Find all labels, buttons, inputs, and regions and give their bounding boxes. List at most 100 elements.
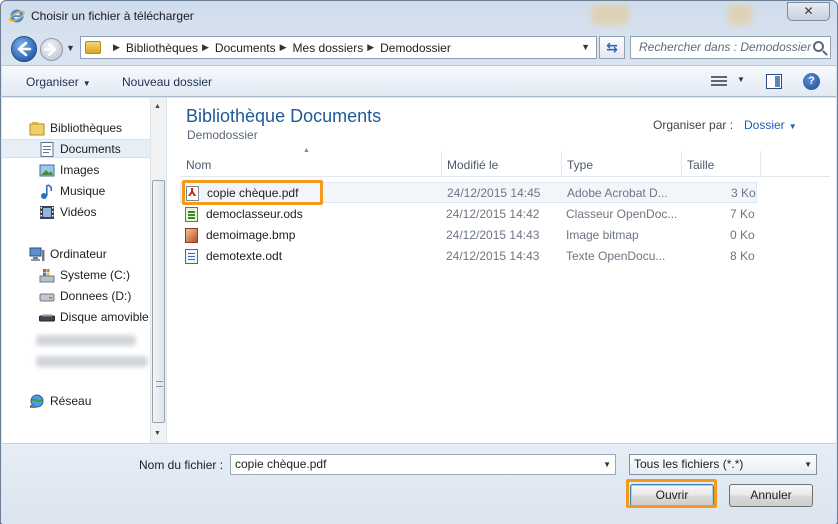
nav-item-music[interactable]: Musique <box>2 182 150 201</box>
column-header-row: ▲ Nom Modifié le Type Taille <box>180 147 830 177</box>
column-divider[interactable] <box>760 151 761 177</box>
arrange-by-dropdown[interactable]: Dossier ▼ <box>744 118 797 132</box>
change-view-button[interactable] <box>711 75 727 88</box>
back-button[interactable] <box>11 36 37 62</box>
chevron-right-icon[interactable]: ▶ <box>113 42 120 53</box>
file-modified: 24/12/2015 14:43 <box>446 228 540 242</box>
nav-item-documents[interactable]: Documents <box>2 139 150 158</box>
nav-label: Bibliothèques <box>50 121 123 135</box>
close-button[interactable]: ✕ <box>787 2 830 21</box>
dialog-footer: Nom du fichier : copie chèque.pdf ▼ Tous… <box>2 443 836 524</box>
column-header-modified[interactable]: Modifié le <box>447 158 498 172</box>
file-size: 7 Ko <box>730 207 755 221</box>
file-name: demotexte.odt <box>206 249 283 263</box>
nav-label: Musique <box>60 184 106 198</box>
address-dropdown[interactable]: ▼ <box>581 42 590 52</box>
column-header-name[interactable]: Nom <box>186 158 211 172</box>
library-title: Bibliothèque Documents <box>186 106 382 126</box>
command-bar: Organiser ▼ Nouveau dossier ▼ ? <box>2 65 836 97</box>
chevron-down-icon[interactable]: ▼ <box>603 455 611 474</box>
nav-label: Documents <box>60 142 121 156</box>
scroll-up-icon[interactable]: ▲ <box>154 103 161 110</box>
chevron-down-icon[interactable]: ▼ <box>804 455 812 474</box>
column-divider[interactable] <box>561 151 562 177</box>
file-modified: 24/12/2015 14:43 <box>446 249 540 263</box>
file-row[interactable]: copie chèque.pdf 24/12/2015 14:45 Adobe … <box>180 182 757 204</box>
file-row[interactable]: demoimage.bmp 24/12/2015 14:43 Image bit… <box>180 225 757 246</box>
nav-item-videos[interactable]: Vidéos <box>2 203 150 222</box>
file-row[interactable]: demotexte.odt 24/12/2015 14:43 Texte Ope… <box>180 246 757 267</box>
forward-button[interactable] <box>40 38 63 61</box>
internet-explorer-icon <box>9 9 25 23</box>
file-size: 8 Ko <box>730 249 755 263</box>
organize-menu[interactable]: Organiser ▼ <box>26 75 91 89</box>
help-button[interactable]: ? <box>803 73 820 90</box>
nav-item-libraries[interactable]: Bibliothèques <box>2 119 150 138</box>
open-button[interactable]: Ouvrir <box>630 484 714 507</box>
file-type: Image bitmap <box>566 228 639 242</box>
file-open-dialog: Choisir un fichier à télécharger ✕ ▼ ▶ B… <box>0 0 838 524</box>
file-name: demoimage.bmp <box>206 228 296 242</box>
column-header-size[interactable]: Taille <box>687 158 714 172</box>
view-options-dropdown[interactable]: ▼ <box>737 75 745 84</box>
view-icon-line <box>711 80 727 82</box>
nav-item-images[interactable]: Images <box>2 161 150 180</box>
address-bar[interactable]: ▶ Bibliothèques ▶ Documents ▶ Mes dossie… <box>80 36 597 59</box>
nav-item-data-drive[interactable]: Donnees (D:) <box>2 287 150 306</box>
search-placeholder: Rechercher dans : Demodossier <box>639 40 812 54</box>
cancel-button[interactable]: Annuler <box>729 484 813 507</box>
preview-pane-button[interactable] <box>766 74 782 89</box>
music-icon <box>41 184 53 199</box>
nav-label: Disque amovible <box>60 310 149 324</box>
nav-label: Ordinateur <box>50 247 107 261</box>
nav-label: Systeme (C:) <box>60 268 131 282</box>
nav-item-network[interactable]: Réseau <box>2 392 150 411</box>
file-size: 0 Ko <box>730 228 755 242</box>
file-name: copie chèque.pdf <box>207 186 299 200</box>
recent-pages-dropdown[interactable]: ▼ <box>66 43 75 53</box>
arrange-by-label: Organiser par : <box>653 118 734 132</box>
navigation-pane: Bibliothèques Documents Images Musique V… <box>2 98 166 443</box>
nav-item-computer[interactable]: Ordinateur <box>2 245 150 264</box>
filename-input[interactable]: copie chèque.pdf ▼ <box>230 454 616 475</box>
nav-item-system-drive[interactable]: Systeme (C:) <box>2 266 150 285</box>
chevron-right-icon[interactable]: ▶ <box>202 42 209 53</box>
chevron-right-icon[interactable]: ▶ <box>280 42 287 53</box>
column-divider[interactable] <box>441 151 442 177</box>
file-row[interactable]: democlasseur.ods 24/12/2015 14:42 Classe… <box>180 204 757 225</box>
file-type-filter-select[interactable]: Tous les fichiers (*.*) ▼ <box>629 454 817 475</box>
system-drive-icon <box>39 269 55 283</box>
arrange-by-value: Dossier <box>744 118 785 132</box>
text-file-icon <box>185 249 198 264</box>
file-size: 3 Ko <box>731 186 756 200</box>
nav-item-removable-drive[interactable]: Disque amovible <box>2 308 150 327</box>
videos-icon <box>40 206 54 219</box>
breadcrumb-demodossier[interactable]: Demodossier <box>380 41 451 55</box>
breadcrumb-my-folders[interactable]: Mes dossiers <box>293 41 364 55</box>
refresh-button[interactable]: ⇆ <box>599 36 625 59</box>
blurred-area <box>728 5 752 25</box>
chevron-right-icon[interactable]: ▶ <box>367 42 374 53</box>
arrow-left-icon <box>17 41 32 57</box>
scroll-down-icon[interactable]: ▼ <box>154 430 161 437</box>
drive-icon <box>39 293 55 302</box>
window-title: Choisir un fichier à télécharger <box>31 9 194 23</box>
new-folder-button[interactable]: Nouveau dossier <box>122 75 212 89</box>
file-type: Texte OpenDocu... <box>566 249 666 263</box>
breadcrumb-documents[interactable]: Documents <box>215 41 276 55</box>
chevron-down-icon: ▼ <box>788 122 797 131</box>
organize-label: Organiser <box>26 75 79 89</box>
sort-ascending-icon: ▲ <box>303 147 310 154</box>
file-type: Classeur OpenDoc... <box>566 207 678 221</box>
search-input[interactable]: Rechercher dans : Demodossier <box>630 36 831 59</box>
nav-scrollbar[interactable]: ▲ ▼ <box>150 98 166 443</box>
breadcrumb-libraries[interactable]: Bibliothèques <box>126 41 198 55</box>
column-divider[interactable] <box>681 151 682 177</box>
nav-label: Réseau <box>50 394 92 408</box>
scrollbar-thumb[interactable] <box>152 180 165 423</box>
filename-label: Nom du fichier : <box>139 458 224 472</box>
column-header-type[interactable]: Type <box>567 158 593 172</box>
view-icon-line <box>711 84 727 86</box>
file-list-pane: Bibliothèque Documents Demodossier Organ… <box>167 98 836 443</box>
folder-icon <box>85 41 101 54</box>
